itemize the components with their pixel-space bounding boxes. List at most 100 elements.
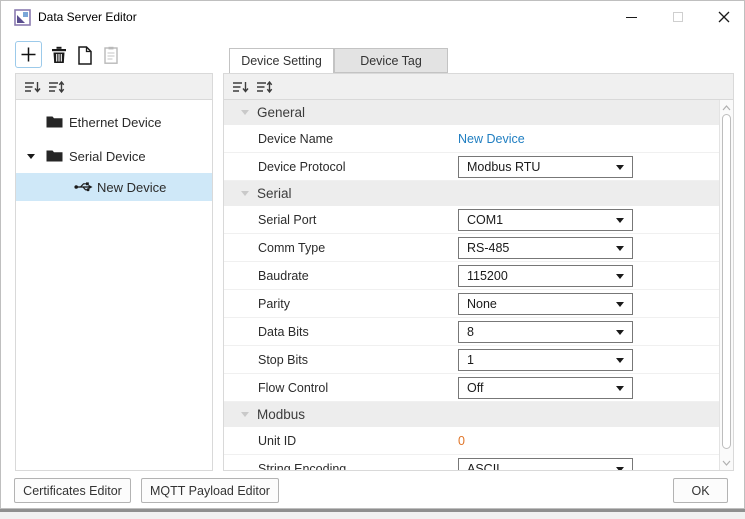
collapse-all-button[interactable] — [24, 80, 41, 94]
paste-device-button — [99, 43, 123, 67]
section-collapse-icon — [241, 110, 249, 115]
setting-label: Baudrate — [224, 269, 458, 283]
parity-dropdown[interactable]: None — [458, 293, 633, 315]
tree-item-ethernet-device[interactable]: Ethernet Device — [16, 108, 212, 136]
copy-device-button[interactable] — [73, 43, 97, 67]
scroll-up-button[interactable] — [720, 101, 733, 114]
dropdown-value: 1 — [459, 353, 474, 367]
tab-device-setting[interactable]: Device Setting — [229, 48, 334, 73]
window-bottom-edge — [0, 509, 745, 512]
settings-subtoolbar — [224, 74, 733, 100]
dropdown-value: RS-485 — [459, 241, 509, 255]
chevron-down-icon — [616, 218, 624, 223]
setting-label: Unit ID — [224, 434, 458, 448]
tree-item-label: Serial Device — [16, 149, 146, 164]
tree-subtoolbar — [16, 74, 212, 100]
setting-label: Device Name — [224, 132, 458, 146]
unit-id-value[interactable]: 0 — [458, 434, 465, 448]
expand-arrow-icon[interactable] — [27, 154, 35, 159]
expand-all-button[interactable] — [256, 80, 273, 94]
section-collapse-icon — [241, 191, 249, 196]
chevron-down-icon — [616, 165, 624, 170]
setting-label: Comm Type — [224, 241, 458, 255]
section-header-modbus[interactable]: Modbus — [224, 402, 719, 427]
stop-bits-dropdown[interactable]: 1 — [458, 349, 633, 371]
chevron-down-icon — [616, 358, 624, 363]
scroll-down-button[interactable] — [720, 456, 733, 469]
chevron-down-icon — [616, 274, 624, 279]
certificates-editor-button[interactable]: Certificates Editor — [14, 478, 131, 503]
collapse-all-icon — [24, 80, 41, 94]
setting-row-unit-id: Unit ID 0 — [224, 427, 719, 455]
dropdown-value: Off — [459, 381, 483, 395]
setting-label: Data Bits — [224, 325, 458, 339]
close-button[interactable] — [707, 1, 741, 33]
collapse-all-icon — [232, 80, 249, 94]
setting-label: Stop Bits — [224, 353, 458, 367]
setting-row-device-protocol: Device Protocol Modbus RTU — [224, 153, 719, 181]
setting-label: Flow Control — [224, 381, 458, 395]
data-bits-dropdown[interactable]: 8 — [458, 321, 633, 343]
serial-port-dropdown[interactable]: COM1 — [458, 209, 633, 231]
chevron-down-icon — [616, 386, 624, 391]
tree-item-new-device[interactable]: New Device — [16, 173, 212, 201]
chevron-down-icon — [616, 246, 624, 251]
setting-row-device-name: Device Name New Device — [224, 125, 719, 153]
tree-item-serial-device[interactable]: Serial Device — [16, 142, 212, 170]
scrollbar-thumb[interactable] — [722, 114, 731, 449]
device-tree-panel: Ethernet Device Serial Device — [15, 73, 213, 471]
flow-control-dropdown[interactable]: Off — [458, 377, 633, 399]
add-device-button[interactable] — [15, 41, 42, 68]
plus-icon — [21, 47, 36, 62]
setting-label: Device Protocol — [224, 160, 458, 174]
collapse-all-button[interactable] — [232, 80, 249, 94]
dropdown-value: None — [459, 297, 497, 311]
chevron-down-icon — [722, 460, 731, 466]
mqtt-payload-editor-button[interactable]: MQTT Payload Editor — [141, 478, 279, 503]
comm-type-dropdown[interactable]: RS-485 — [458, 237, 633, 259]
tab-device-tag[interactable]: Device Tag — [334, 48, 448, 73]
dropdown-value: ASCII — [459, 462, 500, 471]
chevron-down-icon — [616, 302, 624, 307]
device-protocol-dropdown[interactable]: Modbus RTU — [458, 156, 633, 178]
device-setting-panel: General Device Name New Device Device Pr… — [223, 73, 734, 471]
tab-label: Device Tag — [360, 54, 422, 68]
setting-label: String Encoding — [224, 462, 458, 471]
expand-all-icon — [48, 80, 65, 94]
title-bar: Data Server Editor — [1, 1, 744, 34]
section-title: General — [257, 105, 305, 120]
ok-button[interactable]: OK — [673, 478, 728, 503]
minimize-button[interactable] — [614, 1, 648, 33]
setting-row-baudrate: Baudrate 115200 — [224, 262, 719, 290]
tab-label: Device Setting — [241, 54, 322, 68]
string-encoding-dropdown[interactable]: ASCII — [458, 458, 633, 471]
device-tree: Ethernet Device Serial Device — [16, 100, 212, 470]
baudrate-dropdown[interactable]: 115200 — [458, 265, 633, 287]
usb-device-icon — [74, 181, 93, 193]
window-title: Data Server Editor — [38, 10, 137, 24]
setting-label: Serial Port — [224, 213, 458, 227]
folder-icon — [46, 149, 63, 162]
setting-label: Parity — [224, 297, 458, 311]
setting-row-serial-port: Serial Port COM1 — [224, 206, 719, 234]
dropdown-value: 8 — [459, 325, 474, 339]
setting-row-comm-type: Comm Type RS-485 — [224, 234, 719, 262]
settings-scrollbar[interactable] — [719, 100, 733, 470]
minimize-icon — [626, 17, 637, 18]
settings-list: General Device Name New Device Device Pr… — [224, 100, 719, 470]
copy-icon — [77, 46, 93, 65]
expand-all-button[interactable] — [48, 80, 65, 94]
section-collapse-icon — [241, 412, 249, 417]
close-icon — [718, 11, 730, 23]
tree-item-label: Ethernet Device — [16, 115, 162, 130]
maximize-button[interactable] — [661, 1, 695, 33]
section-header-serial[interactable]: Serial — [224, 181, 719, 206]
setting-row-stop-bits: Stop Bits 1 — [224, 346, 719, 374]
section-title: Serial — [257, 186, 292, 201]
section-header-general[interactable]: General — [224, 100, 719, 125]
delete-device-button[interactable] — [47, 43, 71, 67]
dropdown-value: 115200 — [459, 269, 508, 283]
chevron-down-icon — [616, 467, 624, 471]
setting-row-flow-control: Flow Control Off — [224, 374, 719, 402]
device-name-value[interactable]: New Device — [458, 132, 525, 146]
